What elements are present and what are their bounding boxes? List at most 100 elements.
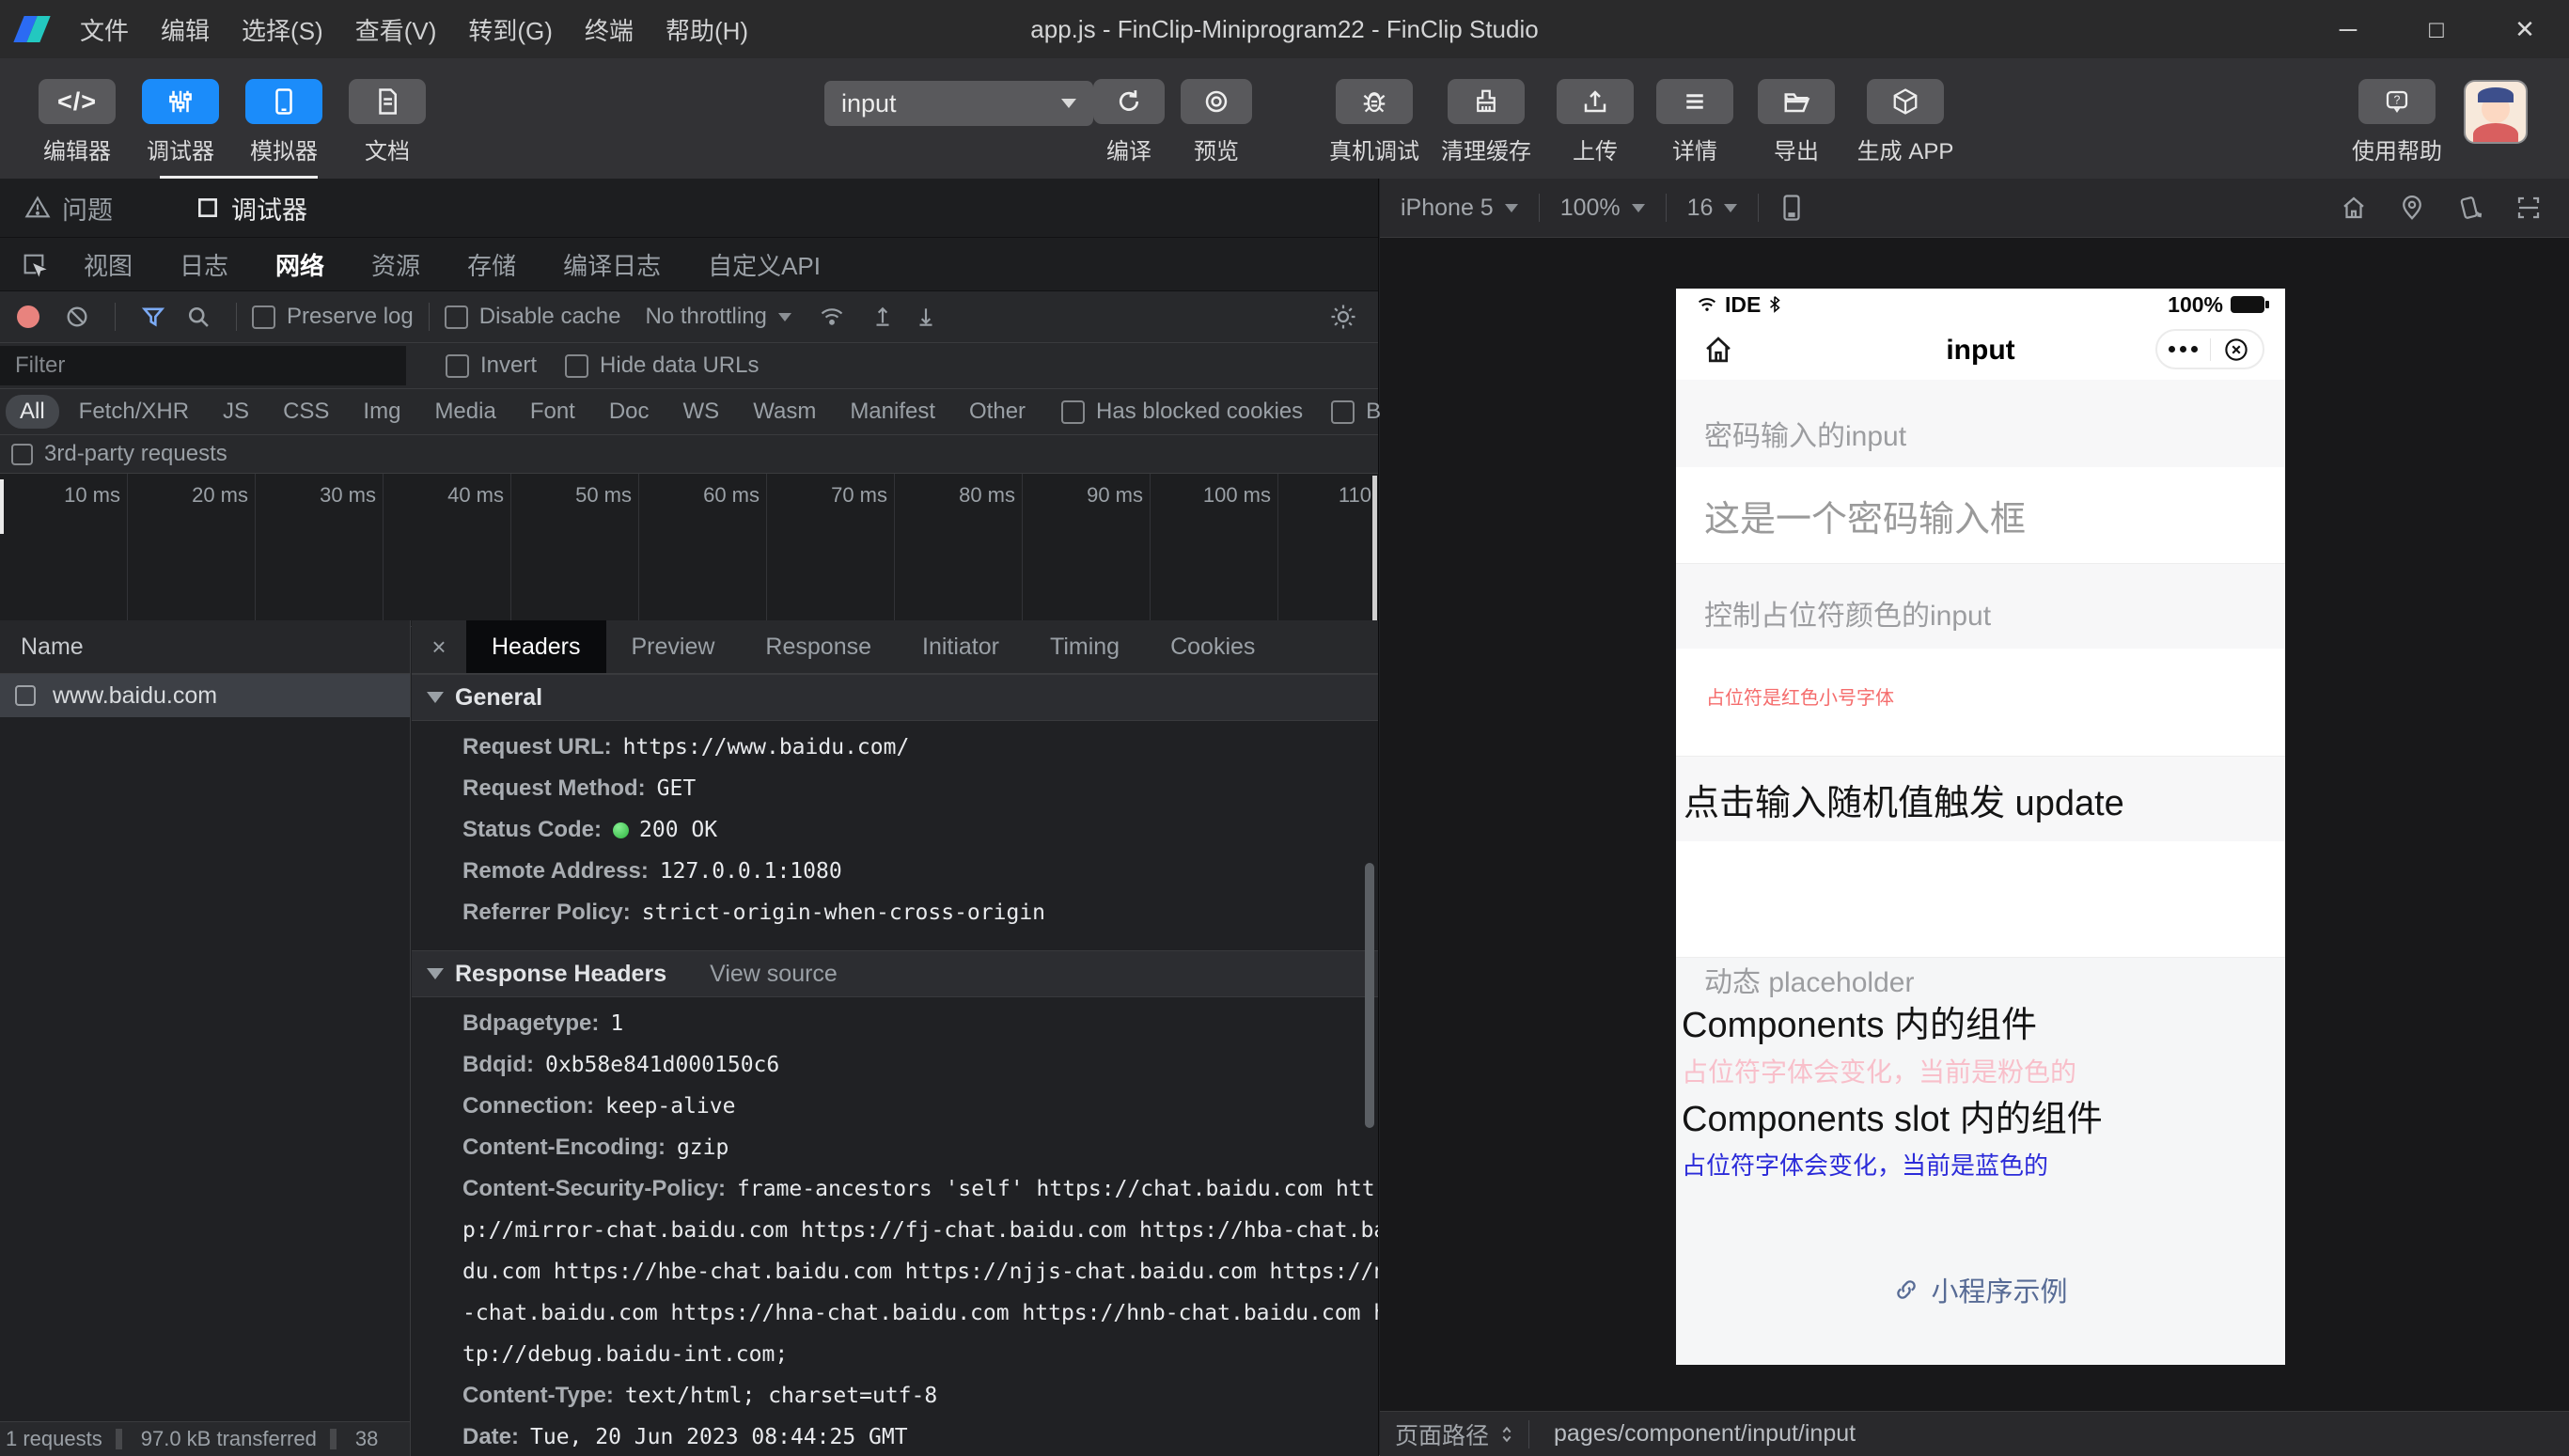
- type-filter-chip[interactable]: Manifest: [836, 395, 949, 429]
- scan-frame-icon[interactable]: [2514, 194, 2543, 222]
- menu-item[interactable]: 终端: [569, 12, 650, 47]
- gear-icon[interactable]: [1329, 303, 1357, 331]
- close-button[interactable]: ✕: [2481, 0, 2569, 58]
- devtools-tab[interactable]: 视图: [60, 247, 156, 282]
- help-button[interactable]: ? 使用帮助: [2352, 79, 2442, 165]
- general-section-header[interactable]: General: [412, 674, 1378, 721]
- import-har-icon[interactable]: [870, 304, 895, 330]
- editor-view-button[interactable]: </> 编辑器: [32, 79, 122, 165]
- device-frame-icon[interactable]: [1779, 194, 1804, 222]
- type-filter-chip[interactable]: Media: [420, 395, 509, 429]
- simulator-view-button[interactable]: 模拟器: [239, 79, 329, 165]
- remote-debug-button[interactable]: 真机调试: [1329, 79, 1419, 165]
- hide-data-urls-checkbox[interactable]: [565, 353, 589, 378]
- has-blocked-cookies-checkbox[interactable]: [1061, 399, 1086, 424]
- disable-cache-checkbox[interactable]: [444, 305, 468, 329]
- inspect-element-icon[interactable]: [0, 251, 60, 277]
- detail-tab[interactable]: Timing: [1025, 620, 1145, 673]
- response-headers-section-header[interactable]: Response Headers View source: [412, 950, 1378, 997]
- docs-view-button[interactable]: 文档: [342, 79, 432, 165]
- debugger-view-button[interactable]: 调试器: [135, 79, 226, 165]
- detail-tab[interactable]: Cookies: [1145, 620, 1280, 673]
- type-filter-chip[interactable]: Fetch/XHR: [65, 395, 203, 429]
- rotate-device-icon[interactable]: [2456, 194, 2484, 222]
- miniprogram-example-link[interactable]: 小程序示例: [1676, 1270, 2285, 1309]
- header-row-wrap: du.com https://hbe-chat.baidu.com https:…: [462, 1260, 1378, 1284]
- invert-checkbox[interactable]: [446, 353, 469, 378]
- home-icon[interactable]: [1700, 332, 1736, 368]
- filter-input[interactable]: [0, 346, 406, 385]
- details-button[interactable]: 详情: [1650, 79, 1740, 165]
- menu-item[interactable]: 文件: [64, 12, 145, 47]
- type-filter-chip[interactable]: CSS: [269, 395, 343, 429]
- name-column-header[interactable]: Name: [0, 620, 410, 674]
- request-row[interactable]: www.baidu.com: [0, 674, 410, 717]
- zoom-select[interactable]: 100%: [1540, 195, 1666, 222]
- type-filter-chip[interactable]: Font: [516, 395, 589, 429]
- close-detail-icon[interactable]: ×: [412, 633, 466, 662]
- type-filter-chip[interactable]: Img: [349, 395, 415, 429]
- home-icon[interactable]: [2340, 194, 2368, 222]
- red-placeholder-input[interactable]: 占位符是红色小号字体: [1676, 649, 2285, 757]
- export-button[interactable]: 导出: [1751, 79, 1841, 165]
- close-circle-icon[interactable]: [2211, 336, 2264, 364]
- password-input[interactable]: 这是一个密码输入框: [1676, 467, 2285, 564]
- detail-scrollbar[interactable]: [1365, 863, 1374, 1128]
- devtools-tab[interactable]: 存储: [444, 247, 540, 282]
- type-filter-chip[interactable]: JS: [209, 395, 263, 429]
- devtools-tab[interactable]: 编译日志: [540, 247, 684, 282]
- preview-button[interactable]: 预览: [1171, 79, 1261, 165]
- detail-tab[interactable]: Headers: [466, 620, 606, 673]
- network-conditions-icon[interactable]: [818, 304, 846, 330]
- devtools-tab[interactable]: 自定义API: [684, 247, 844, 282]
- blocked-requests-checkbox[interactable]: [1331, 399, 1355, 424]
- compile-target-select[interactable]: input: [824, 81, 1093, 126]
- random-value-input[interactable]: [1676, 841, 2285, 958]
- minimize-button[interactable]: ─: [2304, 0, 2392, 58]
- record-icon[interactable]: [17, 305, 39, 328]
- compile-button[interactable]: 编译: [1084, 79, 1174, 165]
- font-size-select[interactable]: 16: [1667, 195, 1759, 222]
- timeline-scrollbar[interactable]: [1372, 476, 1377, 624]
- menu-item[interactable]: 帮助(H): [650, 12, 764, 47]
- more-icon[interactable]: [2157, 346, 2210, 352]
- upload-button[interactable]: 上传: [1550, 79, 1640, 165]
- devtools-tab[interactable]: 网络: [252, 247, 348, 282]
- menu-item[interactable]: 查看(V): [339, 12, 453, 47]
- detail-tab[interactable]: Preview: [606, 620, 741, 673]
- devtools-tab[interactable]: 日志: [156, 247, 252, 282]
- third-party-checkbox[interactable]: [11, 443, 33, 465]
- device-select[interactable]: iPhone 5: [1380, 195, 1539, 222]
- menu-item[interactable]: 编辑: [145, 12, 226, 47]
- clear-cache-button[interactable]: 清理缓存: [1441, 79, 1531, 165]
- network-timeline[interactable]: 10 ms 20 ms 30 ms 40 ms 50 ms 60 ms 70 ms 80 ms…: [0, 474, 1378, 627]
- filter-icon[interactable]: [140, 304, 166, 330]
- type-filter-chip[interactable]: Doc: [595, 395, 664, 429]
- type-filter-chip[interactable]: Wasm: [739, 395, 830, 429]
- preserve-log-checkbox[interactable]: [252, 305, 275, 329]
- type-filter-chip[interactable]: WS: [669, 395, 734, 429]
- generate-app-button[interactable]: 生成 APP: [1857, 79, 1953, 165]
- detail-tab[interactable]: Response: [740, 620, 897, 673]
- tab-debugger[interactable]: 调试器: [196, 190, 307, 227]
- request-checkbox[interactable]: [15, 685, 36, 706]
- menu-item[interactable]: 选择(S): [226, 12, 339, 47]
- throttling-select[interactable]: No throttling: [645, 304, 766, 330]
- export-har-icon[interactable]: [914, 304, 938, 330]
- components-slot-input[interactable]: 占位符字体会变化，当前是蓝色的: [1682, 1144, 2285, 1187]
- type-filter-chip[interactable]: All: [6, 395, 59, 429]
- menu-item[interactable]: 转到(G): [452, 12, 569, 47]
- type-filter-chip[interactable]: Other: [955, 395, 1040, 429]
- detail-tab[interactable]: Initiator: [897, 620, 1025, 673]
- search-icon[interactable]: [185, 304, 211, 330]
- location-icon[interactable]: [2398, 194, 2426, 222]
- view-source-link[interactable]: View source: [710, 961, 838, 988]
- devtools-tab[interactable]: 资源: [348, 247, 444, 282]
- page-path-value[interactable]: pages/component/input/input: [1554, 1420, 1856, 1448]
- sort-icon[interactable]: [1498, 1424, 1515, 1445]
- user-avatar[interactable]: [2464, 80, 2528, 144]
- maximize-button[interactable]: □: [2392, 0, 2481, 58]
- tab-problems[interactable]: 问题: [24, 190, 113, 227]
- components-input[interactable]: 占位符字体会变化，当前是粉色的: [1682, 1050, 2285, 1095]
- clear-icon[interactable]: [64, 304, 90, 330]
